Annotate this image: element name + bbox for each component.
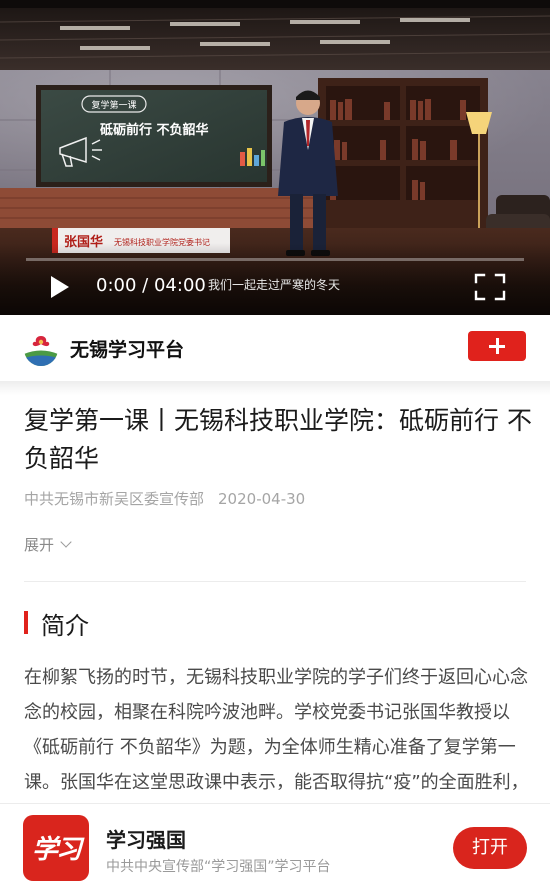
video-player[interactable]: 复学第一课 砥砺前行 不负韶华 0:00 / 04:00 我们一起走过严寒的冬天 bbox=[0, 0, 550, 315]
video-subtitle: 我们一起走过严寒的冬天 bbox=[208, 278, 341, 292]
expand-toggle[interactable]: 展开 bbox=[24, 534, 72, 555]
article-meta: 中共无锡市新吴区委宣传部 2020-04-30 bbox=[24, 488, 305, 509]
divider bbox=[24, 581, 526, 582]
intro-text: 在柳絮飞扬的时节，无锡科技职业学院的学子们终于返回心心念念的校园，相聚在科院吟波… bbox=[24, 667, 529, 793]
section-title: 简介 bbox=[41, 612, 89, 640]
app-name: 学习强国 bbox=[106, 828, 186, 852]
open-app-button[interactable]: 打开 bbox=[453, 827, 527, 869]
app-icon[interactable]: 学习 bbox=[23, 815, 89, 881]
expand-label: 展开 bbox=[24, 536, 55, 554]
article-title: 复学第一课丨无锡科技职业学院：砥砺前行 不负韶华 bbox=[24, 406, 532, 473]
board-title: 砥砺前行 不负韶华 bbox=[100, 122, 209, 138]
time-separator: / bbox=[142, 275, 149, 296]
publisher-bar: 无锡学习平台 bbox=[0, 315, 550, 381]
chevron-down-icon bbox=[60, 536, 72, 548]
board-tag: 复学第一课 bbox=[91, 99, 136, 111]
article-date: 2020-04-30 bbox=[218, 490, 306, 508]
publisher-name[interactable]: 无锡学习平台 bbox=[70, 335, 184, 362]
fullscreen-icon[interactable] bbox=[474, 273, 506, 301]
follow-button[interactable] bbox=[468, 331, 526, 361]
duration: 04:00 bbox=[153, 275, 206, 296]
article-source: 中共无锡市新吴区委宣传部 bbox=[24, 490, 205, 508]
app-description: 中共中央宣传部“学习强国”学习平台 bbox=[106, 859, 331, 875]
section-marker bbox=[24, 611, 28, 634]
app-icon-text: 学习 bbox=[31, 835, 82, 865]
app-download-banner: 学习 学习强国 中共中央宣传部“学习强国”学习平台 打开 bbox=[0, 803, 550, 890]
playback-time: 0:00 / 04:00 bbox=[96, 275, 206, 296]
current-time: 0:00 bbox=[96, 275, 137, 296]
section-shadow bbox=[0, 381, 550, 395]
play-icon[interactable] bbox=[46, 274, 72, 300]
progress-bar[interactable] bbox=[26, 258, 524, 261]
publisher-logo-icon[interactable] bbox=[24, 332, 58, 366]
